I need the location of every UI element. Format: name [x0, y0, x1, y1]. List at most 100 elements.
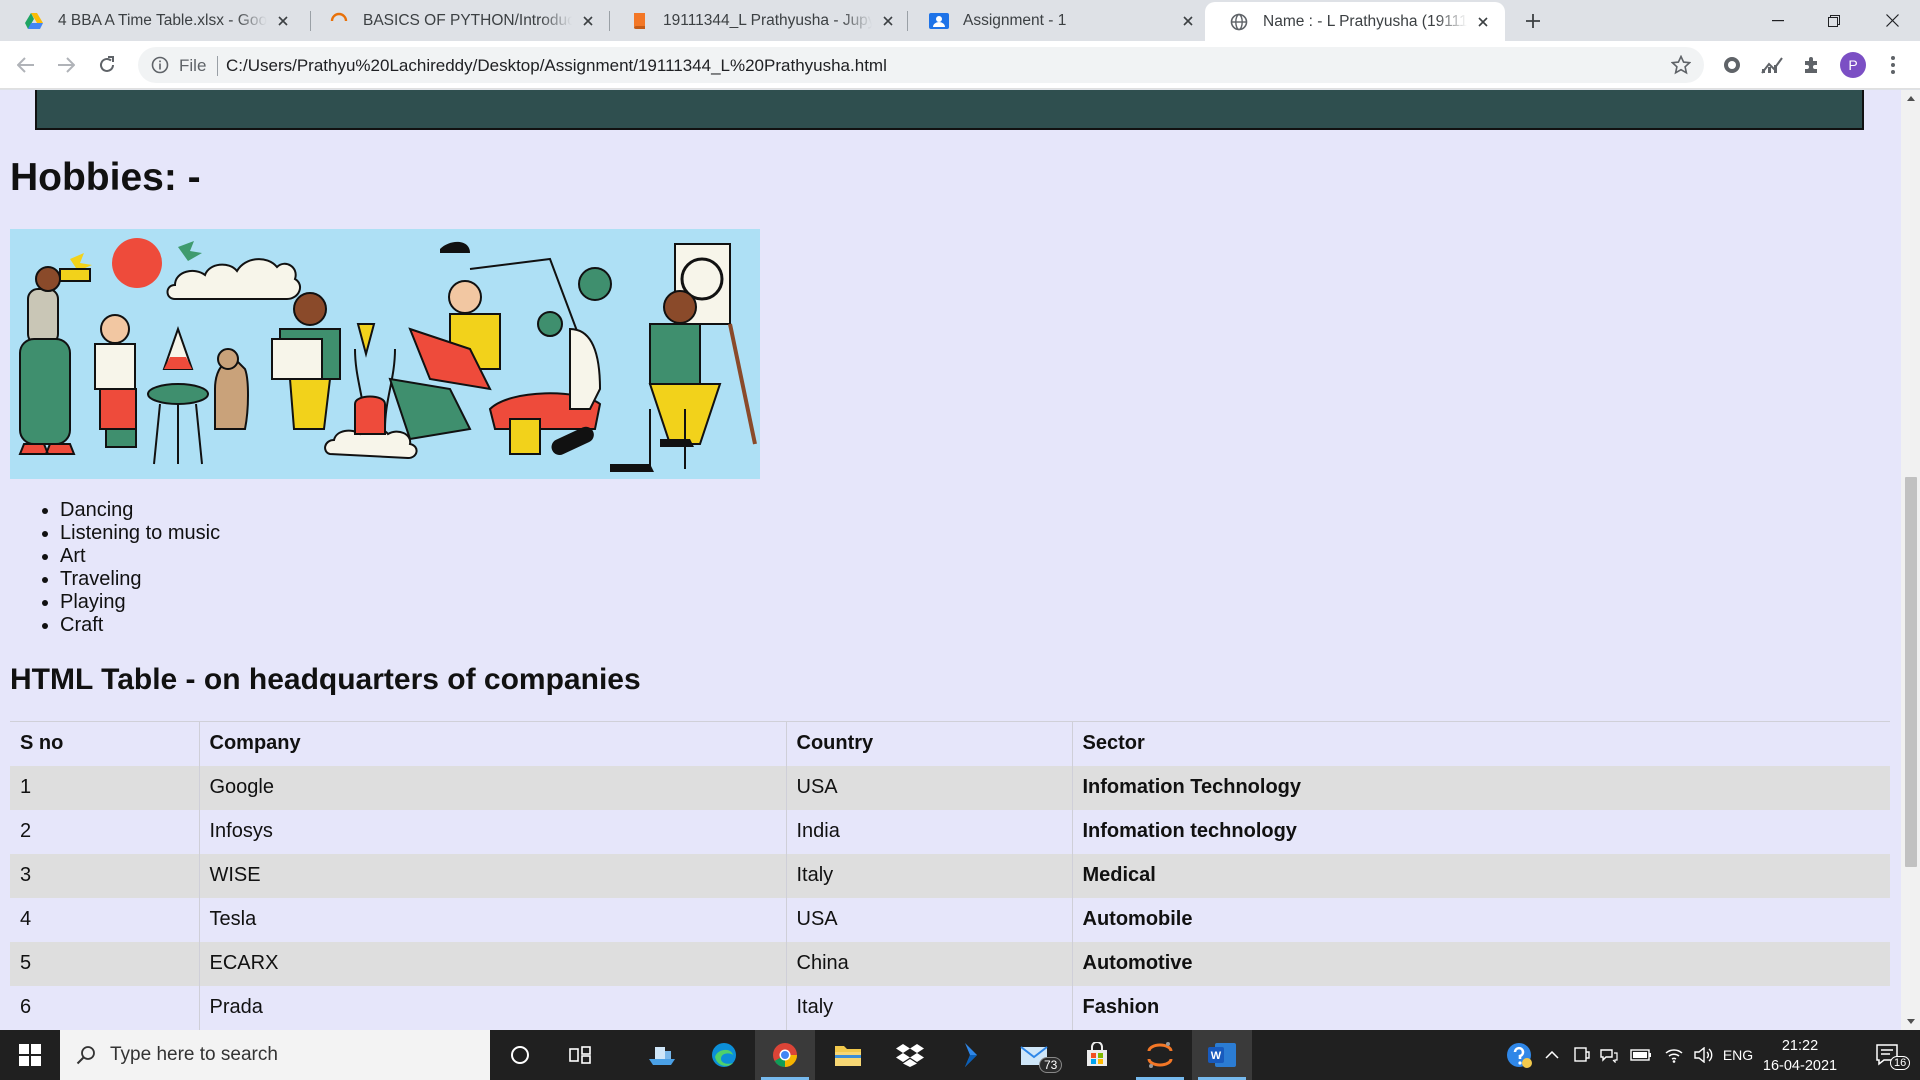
extension-circle-icon[interactable]	[1720, 53, 1744, 77]
table-cell: Prada	[198, 985, 786, 1030]
table-cell: USA	[785, 897, 1072, 942]
table-row: 6 Prada Italy Fashion	[10, 985, 1890, 1030]
table-cell: WISE	[198, 853, 786, 898]
table-cell: 1	[20, 776, 32, 798]
tab-basics-of-python[interactable]: BASICS OF PYTHON/Introduction	[305, 0, 610, 41]
language-indicator[interactable]: ENG	[1718, 1030, 1758, 1080]
table-cell: Google	[198, 765, 786, 810]
ship-app-icon[interactable]	[632, 1030, 692, 1080]
vertical-scrollbar[interactable]	[1901, 90, 1920, 1030]
mail-unread-badge: 73	[1039, 1057, 1063, 1073]
column-header: S no	[10, 721, 199, 766]
table-cell: 2	[20, 820, 32, 842]
table-cell: 5	[20, 952, 32, 974]
list-item: Art	[60, 545, 220, 568]
notifications-icon[interactable]: 16	[1860, 1030, 1916, 1080]
bookmark-star-icon[interactable]	[1670, 54, 1692, 76]
jupyter-app-icon[interactable]	[1130, 1030, 1190, 1080]
tab-time-table[interactable]: 4 BBA A Time Table.xlsx - Google	[0, 0, 305, 41]
close-tab-icon[interactable]	[1473, 12, 1493, 32]
close-tab-icon[interactable]	[578, 11, 598, 31]
close-window-button[interactable]	[1864, 0, 1920, 41]
extensions-puzzle-icon[interactable]	[1800, 53, 1824, 77]
table-row: 4 Tesla USA Automobile	[10, 897, 1890, 942]
column-header: Company	[198, 721, 786, 766]
mail-icon[interactable]: 73	[1005, 1030, 1065, 1080]
minimize-button[interactable]	[1750, 0, 1806, 41]
reload-button[interactable]	[91, 49, 123, 81]
battery-icon[interactable]	[1626, 1030, 1656, 1080]
chrome-browser-icon[interactable]	[755, 1030, 815, 1080]
start-button[interactable]	[0, 1030, 60, 1080]
scheme-label: File	[179, 56, 207, 75]
store-icon[interactable]	[1067, 1030, 1127, 1080]
table-row: 3 WISE Italy Medical	[10, 853, 1890, 898]
taskbar-search-box[interactable]: Type here to search	[60, 1030, 490, 1080]
table-row: 2 Infosys India Infomation technology	[10, 809, 1890, 854]
windows-taskbar: Type here to search 73 W ENG 21:22 16-04…	[0, 1030, 1920, 1080]
file-explorer-icon[interactable]	[818, 1030, 878, 1080]
search-icon	[76, 1046, 95, 1065]
tab-current-page[interactable]: Name : - L Prathyusha (19111344	[1205, 2, 1505, 41]
table-cell: 3	[20, 864, 32, 886]
close-tab-icon[interactable]	[273, 11, 293, 31]
table-row: 5 ECARX China Automotive	[10, 941, 1890, 986]
forward-button[interactable]	[50, 49, 82, 81]
google-drive-icon	[24, 11, 44, 31]
browser-menu-icon[interactable]	[1881, 53, 1905, 77]
hobbies-heading: Hobbies: -	[10, 156, 201, 199]
address-divider	[217, 56, 218, 76]
column-header: Country	[785, 721, 1072, 766]
table-cell: Automotive	[1071, 941, 1890, 986]
companies-table: S no Company Country Sector 1 Google USA…	[10, 721, 1890, 1030]
table-cell: ECARX	[198, 941, 786, 986]
profile-avatar[interactable]: P	[1840, 52, 1866, 78]
table-cell: 6	[20, 996, 32, 1018]
volume-icon[interactable]	[1690, 1030, 1718, 1080]
tab-assignment[interactable]: Assignment - 1	[905, 0, 1210, 41]
clock-time: 21:22	[1781, 1038, 1819, 1054]
list-item: Dancing	[60, 499, 220, 522]
new-tab-button[interactable]	[1518, 6, 1548, 36]
table-cell: Infomation Technology	[1071, 765, 1890, 810]
table-cell: Fashion	[1071, 985, 1890, 1030]
table-cell: Italy	[785, 985, 1072, 1030]
table-row: 1 Google USA Infomation Technology	[10, 765, 1890, 810]
close-tab-icon[interactable]	[1178, 11, 1198, 31]
meet-now-icon[interactable]	[1596, 1030, 1622, 1080]
cortana-icon[interactable]	[490, 1030, 550, 1080]
table-heading: HTML Table - on headquarters of companie…	[10, 663, 641, 696]
table-cell: 4	[20, 908, 32, 930]
help-icon[interactable]	[1502, 1030, 1536, 1080]
tab-jupyter[interactable]: 19111344_L Prathyusha - Jupyter	[605, 0, 910, 41]
scroll-up-arrow-icon[interactable]	[1901, 90, 1920, 107]
show-hidden-icons-chevron-icon[interactable]	[1540, 1030, 1564, 1080]
system-clock[interactable]: 21:22 16-04-2021	[1758, 1036, 1842, 1076]
hobbies-list: Dancing Listening to music Art Traveling…	[60, 499, 220, 637]
header-banner	[35, 90, 1864, 130]
globe-icon	[1229, 12, 1249, 32]
column-header: Sector	[1071, 721, 1890, 766]
hobbies-illustration	[10, 229, 760, 479]
address-bar[interactable]: File C:/Users/Prathyu%20Lachireddy/Deskt…	[138, 47, 1704, 83]
extension-chart-icon[interactable]	[1760, 53, 1784, 77]
edge-browser-icon[interactable]	[694, 1030, 754, 1080]
scroll-down-arrow-icon[interactable]	[1901, 1013, 1920, 1030]
restore-button[interactable]	[1806, 0, 1862, 41]
task-view-icon[interactable]	[550, 1030, 610, 1080]
scrollbar-thumb[interactable]	[1905, 477, 1917, 867]
table-cell: India	[785, 809, 1072, 854]
power-automate-icon[interactable]	[942, 1030, 1002, 1080]
table-header-row: S no Company Country Sector	[10, 721, 1890, 766]
word-icon[interactable]: W	[1192, 1030, 1252, 1080]
close-tab-icon[interactable]	[878, 11, 898, 31]
table-cell: Medical	[1071, 853, 1890, 898]
dropbox-icon[interactable]	[880, 1030, 940, 1080]
table-cell: China	[785, 941, 1072, 986]
info-icon[interactable]	[150, 55, 170, 75]
back-button[interactable]	[10, 49, 42, 81]
url-text[interactable]: C:/Users/Prathyu%20Lachireddy/Desktop/As…	[226, 56, 887, 76]
wifi-icon[interactable]	[1660, 1030, 1688, 1080]
google-classroom-icon	[929, 11, 949, 31]
device-icon[interactable]	[1568, 1030, 1594, 1080]
